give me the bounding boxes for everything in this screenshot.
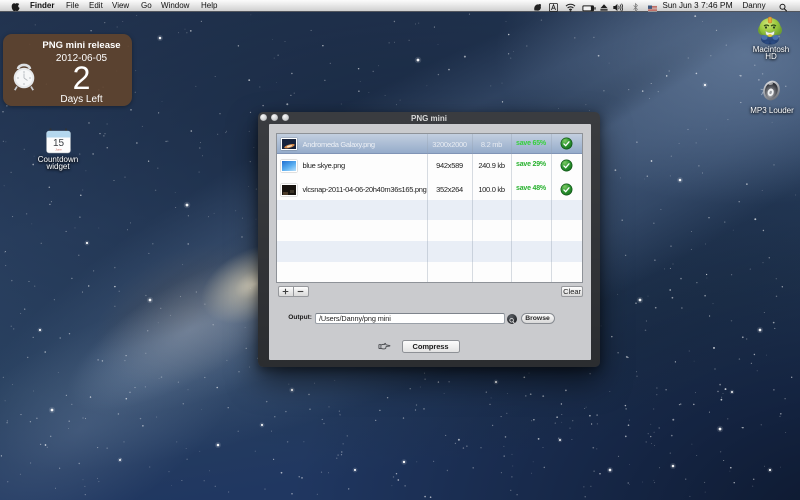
svg-text:June: June (55, 147, 62, 151)
